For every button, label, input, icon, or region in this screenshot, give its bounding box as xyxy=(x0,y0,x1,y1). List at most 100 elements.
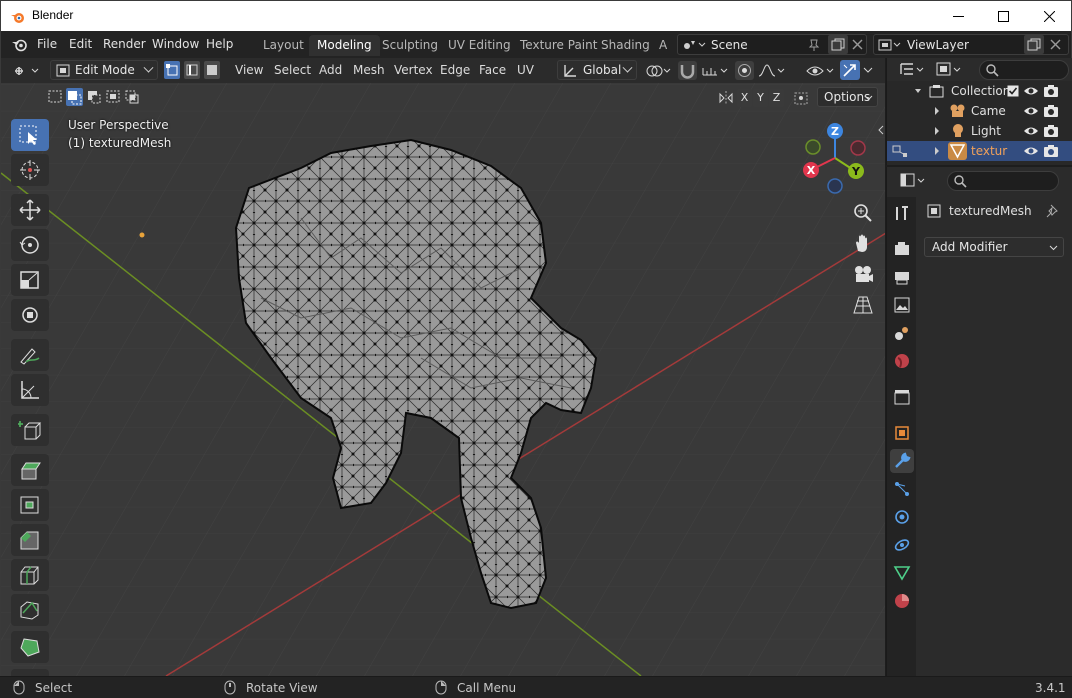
proportional-falloff-button[interactable] xyxy=(757,61,787,80)
tab-texture-paint[interactable]: Texture Paint xyxy=(512,35,605,56)
tab-render[interactable] xyxy=(890,237,914,261)
pivot-point-button[interactable] xyxy=(644,61,674,80)
tool-select-box[interactable] xyxy=(11,119,49,151)
tool-knife[interactable] xyxy=(11,594,49,626)
scene-selector[interactable]: Scene xyxy=(677,34,867,55)
tool-poly-build[interactable] xyxy=(11,631,49,663)
menu-render[interactable]: Render xyxy=(103,37,146,51)
select-invert-icon[interactable] xyxy=(105,88,121,105)
tab-sculpting[interactable]: Sculpting xyxy=(374,35,446,56)
properties-editor-icon[interactable] xyxy=(899,172,929,189)
tool-extrude[interactable] xyxy=(11,454,49,486)
maximize-button[interactable] xyxy=(980,1,1026,31)
menu-edge[interactable]: Edge xyxy=(440,63,470,77)
menu-help[interactable]: Help xyxy=(206,37,233,51)
tool-scale[interactable] xyxy=(11,264,49,296)
eye-icon[interactable] xyxy=(1023,144,1039,158)
edge-select-mode[interactable] xyxy=(184,61,200,79)
menu-select[interactable]: Select xyxy=(274,63,311,77)
scene-name[interactable]: Scene xyxy=(711,38,748,52)
delete-viewlayer-icon[interactable] xyxy=(1050,39,1061,50)
tab-layout[interactable]: Layout xyxy=(255,35,312,56)
proportional-edit-toggle[interactable] xyxy=(735,61,754,80)
face-select-mode[interactable] xyxy=(204,61,220,79)
tab-collection[interactable] xyxy=(890,385,914,409)
navigation-gizmo[interactable]: Z Y X xyxy=(801,122,871,194)
menu-edit[interactable]: Edit xyxy=(69,37,92,51)
tab-data[interactable] xyxy=(890,561,914,585)
tool-transform[interactable] xyxy=(11,299,49,331)
sidebar-toggle-icon[interactable] xyxy=(877,125,885,135)
camera-render-icon[interactable] xyxy=(1043,104,1059,118)
menu-view[interactable]: View xyxy=(235,63,263,77)
auto-merge-icon[interactable] xyxy=(793,89,809,107)
tab-scene[interactable] xyxy=(890,321,914,345)
pan-button[interactable] xyxy=(850,231,876,257)
menu-face[interactable]: Face xyxy=(479,63,506,77)
chevron-right-icon[interactable] xyxy=(933,146,941,156)
select-new-icon[interactable] xyxy=(47,88,63,105)
chevron-right-icon[interactable] xyxy=(933,126,941,136)
menu-vertex[interactable]: Vertex xyxy=(394,63,433,77)
tab-shading[interactable]: Shading xyxy=(593,35,658,56)
tab-uv-editing[interactable]: UV Editing xyxy=(440,35,519,56)
edit-mode-indicator-icon[interactable] xyxy=(891,144,909,158)
tool-rotate[interactable] xyxy=(11,229,49,261)
editor-type-button[interactable] xyxy=(12,61,44,80)
eye-icon[interactable] xyxy=(1023,104,1039,118)
tool-add-cube[interactable] xyxy=(11,414,49,446)
snap-target-button[interactable] xyxy=(701,61,731,80)
new-viewlayer-button[interactable] xyxy=(1024,35,1044,54)
tab-modifiers[interactable] xyxy=(890,449,914,473)
checkbox-icon[interactable] xyxy=(1007,85,1019,97)
display-mode-icon[interactable] xyxy=(935,61,965,78)
options-dropdown[interactable]: Options xyxy=(817,87,878,107)
tool-spin[interactable] xyxy=(11,669,49,676)
visibility-dropdown[interactable] xyxy=(805,61,837,80)
tab-constraints[interactable] xyxy=(890,533,914,557)
new-scene-button[interactable] xyxy=(828,35,848,54)
mirror-z-toggle[interactable]: Z xyxy=(769,89,784,107)
zoom-button[interactable] xyxy=(850,200,876,226)
viewport-scene[interactable] xyxy=(1,58,885,676)
select-subtract-icon[interactable] xyxy=(86,88,102,105)
tab-more[interactable]: A xyxy=(653,35,675,56)
mode-dropdown[interactable]: Edit Mode xyxy=(50,60,158,80)
menu-file[interactable]: File xyxy=(37,37,57,51)
pin-icon[interactable] xyxy=(807,38,821,52)
tool-annotate[interactable] xyxy=(11,339,49,371)
camera-render-icon[interactable] xyxy=(1043,124,1059,138)
tool-cursor[interactable] xyxy=(11,154,49,186)
select-extend-button[interactable] xyxy=(66,88,83,106)
pin-icon[interactable] xyxy=(1045,203,1061,219)
gizmo-options-button[interactable] xyxy=(862,64,874,76)
outliner-row-camera[interactable]: Came xyxy=(887,101,1072,121)
tool-bevel[interactable] xyxy=(11,524,49,556)
menu-uv[interactable]: UV xyxy=(517,63,534,77)
camera-render-icon[interactable] xyxy=(1043,144,1059,158)
add-modifier-dropdown[interactable]: Add Modifier xyxy=(924,237,1064,257)
outliner-row-light[interactable]: Light xyxy=(887,121,1072,141)
menu-window[interactable]: Window xyxy=(152,37,199,51)
transform-orientation-dropdown[interactable]: Global xyxy=(557,60,637,80)
chevron-right-icon[interactable] xyxy=(933,106,941,116)
outliner-row-textured-mesh[interactable]: textur xyxy=(887,141,1072,161)
eye-icon[interactable] xyxy=(1023,124,1039,138)
ortho-toggle-button[interactable] xyxy=(850,292,876,318)
close-button[interactable] xyxy=(1026,1,1072,31)
tab-physics[interactable] xyxy=(890,505,914,529)
tool-measure[interactable] xyxy=(11,374,49,406)
blender-menu-icon[interactable] xyxy=(11,37,28,52)
tab-material[interactable] xyxy=(890,589,914,613)
outliner-row-collection[interactable]: Collection xyxy=(887,81,1072,101)
chevron-down-icon[interactable] xyxy=(913,86,923,96)
tab-view-layer[interactable] xyxy=(890,293,914,317)
minimize-button[interactable] xyxy=(935,1,981,31)
tab-object[interactable] xyxy=(890,421,914,445)
camera-view-button[interactable] xyxy=(850,261,876,287)
viewlayer-name[interactable]: ViewLayer xyxy=(907,38,969,52)
tab-modeling[interactable]: Modeling xyxy=(309,35,380,56)
mirror-y-toggle[interactable]: Y xyxy=(753,89,768,107)
tab-output[interactable] xyxy=(890,265,914,289)
tool-loop-cut[interactable] xyxy=(11,559,49,591)
